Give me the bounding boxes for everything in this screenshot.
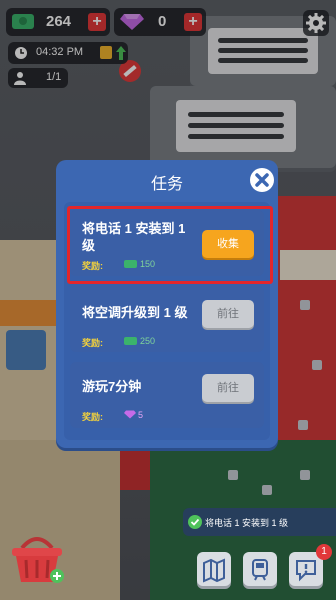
shop-basket-button[interactable]: [8, 528, 66, 586]
task-title: 将空调升级到 1 级: [82, 305, 188, 320]
dialog-title: 任务: [150, 176, 183, 193]
task-title: 游玩7分钟: [82, 379, 142, 394]
basket-icon: [12, 537, 64, 583]
map-icon: [203, 558, 225, 583]
map-button[interactable]: [197, 552, 231, 586]
toast-text: 将电话 1 安装到 1 级: [205, 518, 289, 528]
go-button[interactable]: 前往: [202, 374, 254, 402]
train-icon: [252, 559, 268, 581]
current-task-toast[interactable]: 将电话 1 安装到 1 级: [183, 508, 336, 536]
reward-label: 奖励:: [82, 412, 103, 422]
reward-amount: 250: [140, 336, 156, 346]
reward-label: 奖励:: [82, 338, 103, 348]
gem-icon: [124, 410, 136, 419]
close-icon: [255, 173, 269, 187]
task-item: 将空调升级到 1 级 奖励: 250 前往: [70, 286, 264, 352]
cash-icon: [124, 337, 137, 345]
task-item: 游玩7分钟 奖励: 5 前往: [70, 362, 264, 428]
close-button[interactable]: [250, 168, 274, 192]
check-icon: [188, 515, 202, 529]
reward-amount: 5: [138, 410, 144, 420]
tasks-dialog: 任务 将电话 1 安装到 1 级 奖励: 150 收集 将空调升级到 1 级 奖…: [56, 160, 278, 448]
go-button[interactable]: 前往: [202, 300, 254, 328]
tutorial-highlight: [67, 206, 273, 284]
train-button[interactable]: [243, 552, 277, 586]
notification-badge: 1: [316, 544, 332, 560]
